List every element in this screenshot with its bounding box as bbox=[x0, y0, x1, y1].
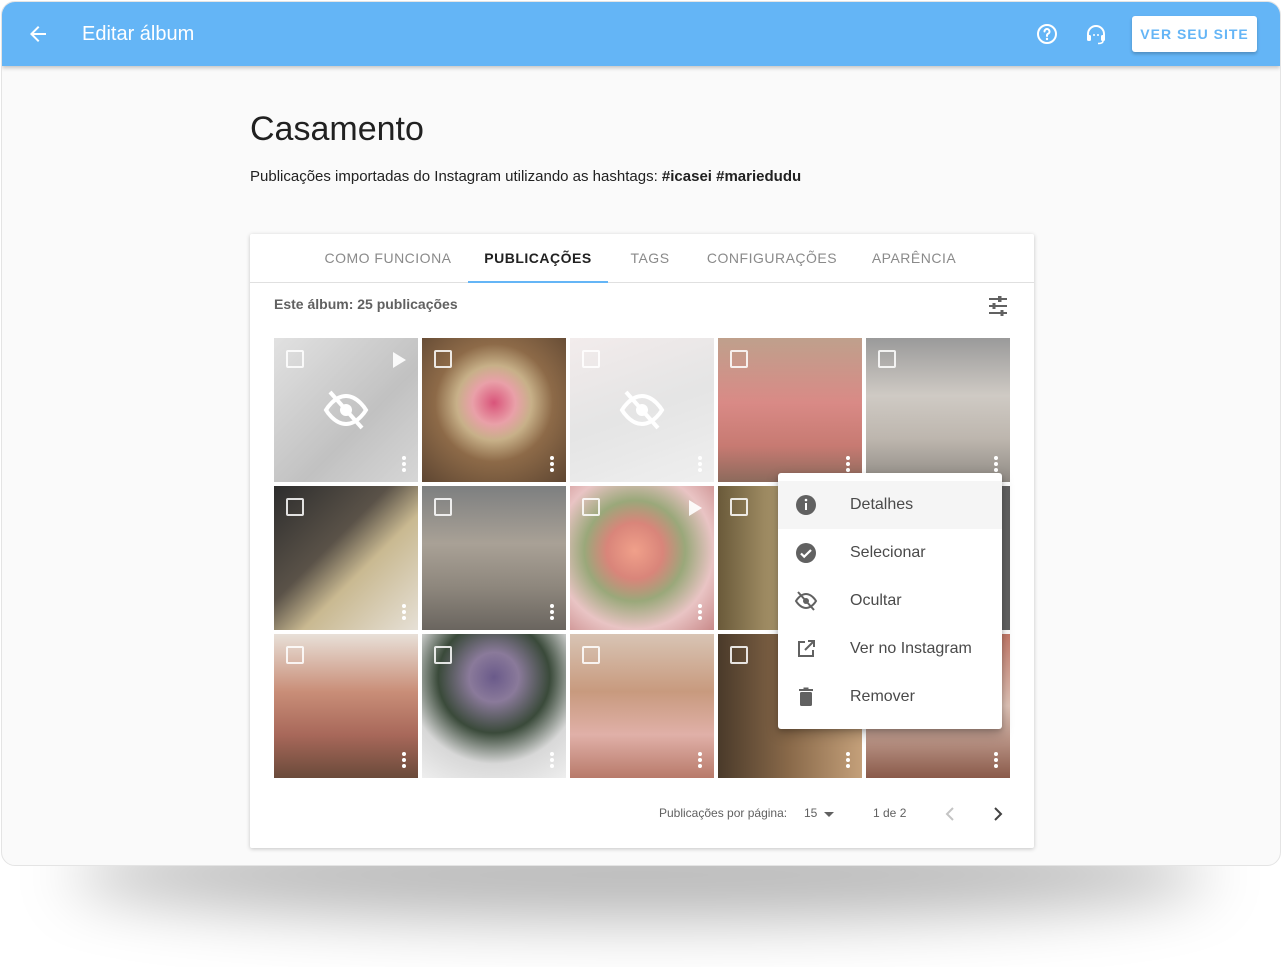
app-bar-title: Editar álbum bbox=[82, 23, 195, 45]
more-vert-icon[interactable] bbox=[688, 600, 712, 624]
menu-item-label: Detalhes bbox=[850, 496, 914, 513]
help-icon[interactable] bbox=[1035, 22, 1059, 46]
more-vert-icon[interactable] bbox=[984, 748, 1008, 772]
menu-item-label: Remover bbox=[850, 688, 915, 705]
select-checkbox[interactable] bbox=[582, 498, 600, 516]
photo-tile[interactable] bbox=[866, 338, 1010, 482]
more-vert-icon[interactable] bbox=[836, 748, 860, 772]
select-checkbox[interactable] bbox=[730, 498, 748, 516]
tune-icon[interactable] bbox=[986, 294, 1010, 318]
menu-item-ver-instagram[interactable]: Ver no Instagram bbox=[778, 625, 1002, 673]
more-vert-icon[interactable] bbox=[688, 748, 712, 772]
menu-item-detalhes[interactable]: Detalhes bbox=[778, 481, 1002, 529]
app-bar: Editar álbum VER SEU SITE bbox=[2, 2, 1280, 66]
more-vert-icon[interactable] bbox=[392, 452, 416, 476]
more-vert-icon[interactable] bbox=[392, 748, 416, 772]
select-checkbox[interactable] bbox=[730, 646, 748, 664]
more-vert-icon[interactable] bbox=[540, 600, 564, 624]
select-checkbox[interactable] bbox=[434, 350, 452, 368]
menu-item-remover[interactable]: Remover bbox=[778, 673, 1002, 721]
photo-tile[interactable] bbox=[422, 634, 566, 778]
more-vert-icon[interactable] bbox=[688, 452, 712, 476]
page-range: 1 de 2 bbox=[873, 806, 907, 820]
hashtags: #icasei #mariedudu bbox=[661, 168, 802, 185]
chevron-left-icon[interactable] bbox=[938, 802, 962, 826]
per-page-label: Publicações por página: bbox=[659, 806, 788, 820]
publication-count: Este álbum: 25 publicações bbox=[274, 296, 458, 312]
select-checkbox[interactable] bbox=[434, 498, 452, 516]
eye-off-icon bbox=[619, 390, 665, 430]
open-in-new-icon bbox=[798, 640, 815, 657]
select-checkbox[interactable] bbox=[434, 646, 452, 664]
context-menu: Detalhes Selecionar Ocultar Ver no Insta… bbox=[778, 473, 1002, 729]
select-checkbox[interactable] bbox=[286, 498, 304, 516]
support-agent-icon[interactable] bbox=[1084, 22, 1108, 46]
photo-tile[interactable] bbox=[274, 634, 418, 778]
play-icon bbox=[393, 352, 406, 368]
view-site-button[interactable]: VER SEU SITE bbox=[1132, 16, 1257, 52]
menu-item-label: Ocultar bbox=[850, 592, 902, 609]
photo-tile[interactable] bbox=[274, 486, 418, 630]
more-vert-icon[interactable] bbox=[540, 452, 564, 476]
tab-aparencia[interactable]: APARÊNCIA bbox=[852, 234, 976, 282]
tab-configuracoes[interactable]: CONFIGURAÇÕES bbox=[692, 234, 852, 282]
tab-bar: COMO FUNCIONA PUBLICAÇÕES TAGS CONFIGURA… bbox=[250, 234, 1034, 283]
pagination: Publicações por página: 15 1 de 2 bbox=[250, 794, 1034, 834]
eye-off-icon bbox=[323, 390, 369, 430]
menu-item-label: Selecionar bbox=[850, 544, 926, 561]
trash-icon bbox=[799, 687, 813, 706]
caret-down-icon[interactable] bbox=[824, 812, 834, 817]
more-vert-icon[interactable] bbox=[392, 600, 416, 624]
menu-item-selecionar[interactable]: Selecionar bbox=[778, 529, 1002, 577]
photo-tile[interactable] bbox=[274, 338, 418, 482]
menu-item-label: Ver no Instagram bbox=[850, 640, 972, 657]
select-checkbox[interactable] bbox=[286, 646, 304, 664]
select-checkbox[interactable] bbox=[582, 646, 600, 664]
photo-tile[interactable] bbox=[422, 486, 566, 630]
description-text: Publicações importadas do Instagram util… bbox=[250, 168, 662, 185]
tab-tags[interactable]: TAGS bbox=[608, 234, 692, 282]
select-checkbox[interactable] bbox=[286, 350, 304, 368]
eye-off-icon bbox=[794, 591, 818, 611]
play-icon bbox=[689, 500, 702, 516]
album-title: Casamento bbox=[250, 110, 424, 148]
select-checkbox[interactable] bbox=[582, 350, 600, 368]
arrow-back-icon[interactable] bbox=[26, 22, 50, 46]
photo-tile[interactable] bbox=[570, 634, 714, 778]
photo-tile[interactable] bbox=[570, 338, 714, 482]
check-circle-icon bbox=[796, 543, 816, 563]
more-vert-icon[interactable] bbox=[540, 748, 564, 772]
photo-tile[interactable] bbox=[718, 338, 862, 482]
menu-item-ocultar[interactable]: Ocultar bbox=[778, 577, 1002, 625]
photo-tile[interactable] bbox=[422, 338, 566, 482]
photo-tile[interactable] bbox=[570, 486, 714, 630]
info-icon bbox=[796, 495, 816, 515]
select-checkbox[interactable] bbox=[878, 350, 896, 368]
tab-como-funciona[interactable]: COMO FUNCIONA bbox=[308, 234, 468, 282]
chevron-right-icon[interactable] bbox=[986, 802, 1010, 826]
app-window: Editar álbum VER SEU SITE Casamento Publ… bbox=[1, 1, 1281, 866]
album-description: Publicações importadas do Instagram util… bbox=[250, 167, 801, 187]
tab-publicacoes[interactable]: PUBLICAÇÕES bbox=[468, 234, 608, 283]
per-page-select[interactable]: 15 bbox=[804, 806, 817, 820]
select-checkbox[interactable] bbox=[730, 350, 748, 368]
